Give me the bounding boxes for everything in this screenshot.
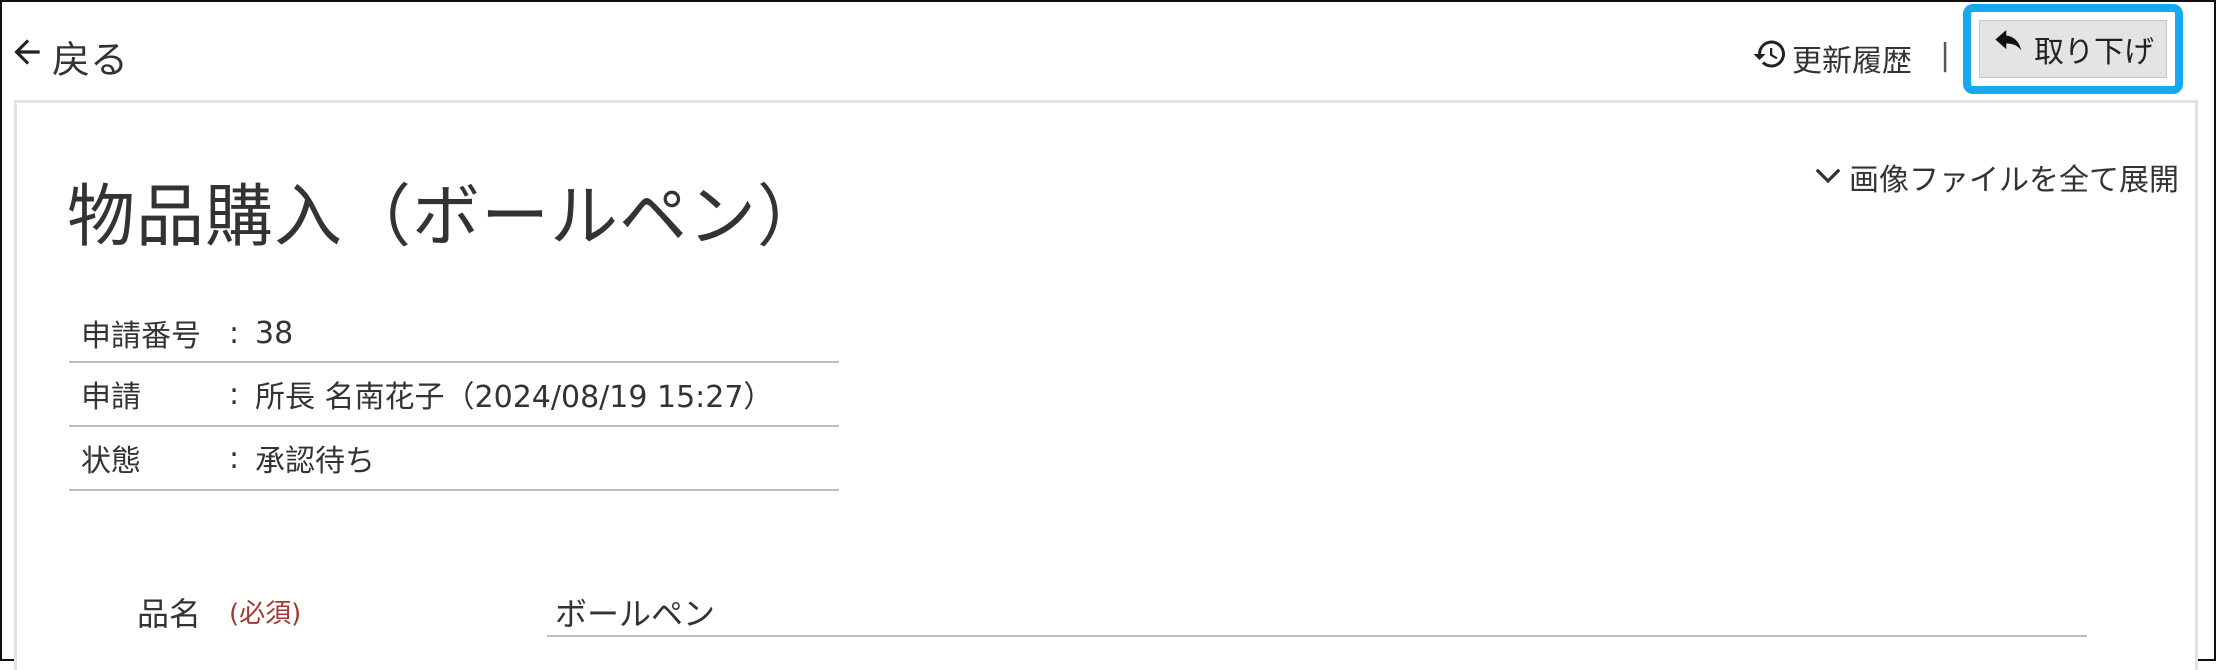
back-label: 戻る	[52, 37, 129, 82]
meta-colon: :	[229, 376, 240, 412]
meta-colon: :	[229, 440, 240, 476]
item-name-value: ボールペン	[547, 579, 2087, 637]
meta-label: 申請	[81, 380, 141, 415]
meta-row-request-number: 申請番号 : 38	[69, 305, 839, 363]
history-icon	[1752, 36, 1788, 80]
item-name-field: 品名 (必須) ボールペン	[137, 579, 2087, 639]
expand-all-images-link[interactable]: 画像ファイルを全て展開	[1813, 155, 2179, 199]
request-meta: 申請番号 : 38 申請 : 所長 名南花子（2024/08/19 15:27）…	[69, 305, 839, 491]
undo-arrow-icon	[1992, 30, 2026, 68]
history-label: 更新履歴	[1792, 44, 1912, 79]
header-separator: |	[1940, 38, 1951, 73]
meta-label: 状態	[81, 444, 141, 479]
chevron-down-icon	[1813, 160, 1843, 195]
item-name-label: 品名	[137, 595, 202, 633]
page-title: 物品購入（ボールペン）	[67, 178, 827, 257]
meta-value: 所長 名南花子（2024/08/19 15:27）	[255, 380, 774, 415]
arrow-left-icon	[8, 33, 46, 80]
meta-value: 38	[255, 315, 294, 351]
expand-all-label: 画像ファイルを全て展開	[1849, 163, 2179, 198]
meta-colon: :	[229, 315, 240, 351]
meta-row-status: 状態 : 承認待ち	[69, 427, 839, 491]
top-bar: 戻る 更新履歴 | 取り下げ	[0, 0, 2212, 100]
status-value: 承認待ち	[255, 444, 375, 479]
withdraw-label: 取り下げ	[2034, 35, 2154, 70]
history-link[interactable]: 更新履歴	[1752, 34, 1912, 82]
required-marker: (必須)	[229, 599, 302, 629]
meta-row-applicant: 申請 : 所長 名南花子（2024/08/19 15:27）	[69, 363, 839, 427]
meta-label: 申請番号	[81, 319, 201, 354]
content-panel: 物品購入（ボールペン） 画像ファイルを全て展開 申請番号 : 38 申請 : 所…	[14, 100, 2198, 670]
back-link[interactable]: 戻る	[8, 28, 128, 84]
withdraw-button[interactable]: 取り下げ	[1979, 20, 2167, 78]
